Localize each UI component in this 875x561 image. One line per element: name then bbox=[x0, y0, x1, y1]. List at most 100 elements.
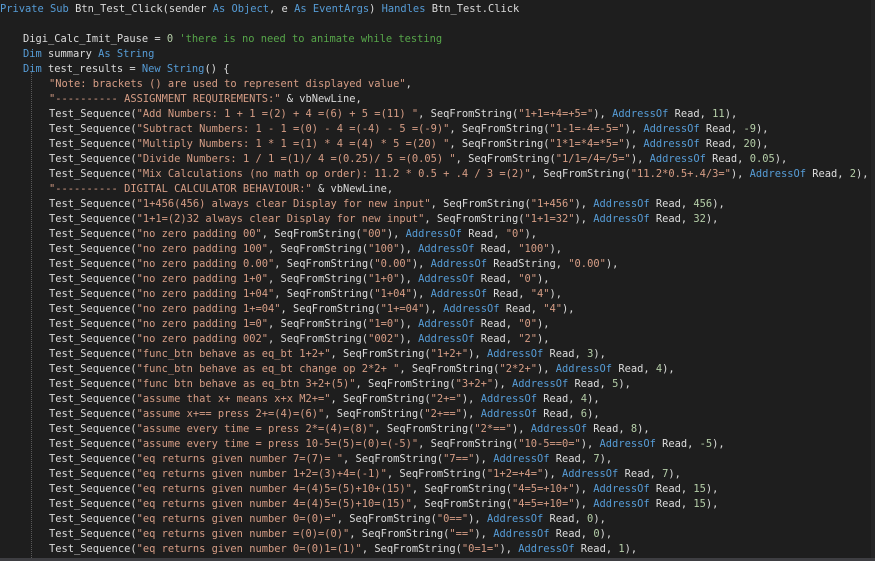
code-line: Test_Sequence("no zero padding 1=0", Seq… bbox=[49, 317, 550, 332]
code-token: , SeqFromString( bbox=[374, 423, 475, 435]
code-token: Test_Sequence( bbox=[49, 423, 137, 435]
code-token: "0" bbox=[505, 228, 525, 240]
code-token: ), bbox=[730, 168, 750, 180]
code-token: , SeqFromString( bbox=[349, 528, 450, 540]
code-token: , SeqFromString( bbox=[418, 438, 519, 450]
code-token: ), bbox=[856, 168, 869, 180]
code-token: , SeqFromString( bbox=[455, 153, 556, 165]
code-token: ), bbox=[574, 483, 594, 495]
code-token: "no zero padding 002" bbox=[136, 333, 268, 345]
code-token: "Divide Numbers: 1 / 1 =(1)/ 4 =(0.25)/ … bbox=[136, 153, 456, 165]
code-line: Test_Sequence("Divide Numbers: 1 / 1 =(1… bbox=[49, 152, 787, 167]
code-token: "1+2+" bbox=[430, 348, 469, 360]
code-line: Test_Sequence("no zero padding 1+0", Seq… bbox=[49, 272, 550, 287]
code-token: "1+1=(2)32 always clear Display for new … bbox=[136, 213, 425, 225]
code-token: ), bbox=[549, 243, 563, 255]
code-token: As String bbox=[98, 48, 155, 60]
code-token: Read, bbox=[543, 408, 581, 420]
code-token: ), bbox=[399, 318, 419, 330]
code-token: Test_Sequence( bbox=[49, 318, 137, 330]
code-token: Read, bbox=[662, 438, 700, 450]
code-token: 456 bbox=[693, 198, 713, 210]
code-token: ), bbox=[461, 408, 481, 420]
code-token: "eq returns given number =(0)=(0)" bbox=[136, 528, 350, 540]
code-line: Test_Sequence("Mix Calculations (no math… bbox=[49, 167, 869, 182]
code-token: "100" bbox=[518, 243, 550, 255]
code-token: AddressOf bbox=[486, 348, 550, 360]
code-editor[interactable]: Private Sub Btn_Test_Click(sender As Obj… bbox=[0, 0, 875, 561]
code-token: "002" bbox=[368, 333, 400, 345]
code-token: Test_Sequence( bbox=[49, 498, 137, 510]
code-token: ), bbox=[705, 213, 719, 225]
code-token: As EventArgs bbox=[294, 3, 370, 15]
code-token: "Multiply Numbers: 1 * 1 =(1) * 4 =(4) *… bbox=[136, 138, 450, 150]
code-token: AddressOf bbox=[480, 393, 544, 405]
code-token: , SeqFromString( bbox=[330, 393, 431, 405]
code-token: summary bbox=[48, 48, 99, 60]
code-line: Test_Sequence("no zero padding 1+04", Se… bbox=[49, 287, 562, 302]
code-token: "4=5=+10+" bbox=[511, 483, 575, 495]
code-token: Btn_Test.Click bbox=[431, 3, 520, 15]
code-token: Test_Sequence( bbox=[49, 333, 137, 345]
code-token: "00" bbox=[361, 228, 387, 240]
code-token: , SeqFromString( bbox=[267, 273, 369, 285]
code-token: , SeqFromString( bbox=[386, 468, 487, 480]
code-token: "0" bbox=[518, 318, 538, 330]
code-token: Read, bbox=[655, 498, 694, 510]
code-token: AddressOf bbox=[418, 273, 481, 285]
code-token: Read, bbox=[549, 348, 588, 360]
code-token: "assume x+== press 2+=(4)=(6)" bbox=[136, 408, 325, 420]
code-line: Test_Sequence("func_btn behave as eq_bt … bbox=[49, 347, 606, 362]
code-token: , SeqFromString( bbox=[430, 198, 531, 210]
code-line: Test_Sequence("func btn behave as eq_btn… bbox=[49, 377, 631, 392]
code-token: -9 bbox=[743, 123, 756, 135]
code-token: ), bbox=[574, 498, 594, 510]
code-line: Test_Sequence("eq returns given number 0… bbox=[49, 512, 606, 527]
code-token: ), bbox=[536, 363, 556, 375]
code-token: "2*==" bbox=[474, 423, 512, 435]
code-token: Test_Sequence( bbox=[49, 198, 137, 210]
code-token: "1=0" bbox=[368, 318, 400, 330]
code-token: Test_Sequence( bbox=[49, 303, 137, 315]
code-token: ), bbox=[624, 138, 644, 150]
code-token: ), bbox=[543, 468, 563, 480]
code-token: "assume every time = press 2*=(4)=(8)" bbox=[136, 423, 375, 435]
code-token: Test_Sequence( bbox=[49, 378, 137, 390]
code-token: 0.05 bbox=[749, 153, 775, 165]
code-token: "Add Numbers: 1 + 1 =(2) + 4 =(6) + 5 =(… bbox=[136, 108, 419, 120]
code-token: Read, bbox=[655, 198, 694, 210]
code-token: Dim bbox=[23, 48, 49, 60]
code-token: ), bbox=[474, 528, 494, 540]
code-token: Test_Sequence( bbox=[49, 453, 137, 465]
code-token: "1+04" bbox=[374, 288, 412, 300]
code-token: AddressOf bbox=[493, 453, 556, 465]
code-token: Test_Sequence( bbox=[49, 528, 137, 540]
code-token: Read, bbox=[549, 513, 588, 525]
code-line: Test_Sequence("Add Numbers: 1 + 1 =(2) +… bbox=[49, 107, 737, 122]
code-token: "1+456(456) always clear Display for new… bbox=[136, 198, 431, 210]
code-line: Test_Sequence("no zero padding 0.00", Se… bbox=[49, 257, 618, 272]
code-token: "2+==" bbox=[424, 408, 462, 420]
code-token: "3+2+" bbox=[455, 378, 494, 390]
code-token: Test_Sequence( bbox=[49, 228, 137, 240]
code-token: ), bbox=[755, 138, 769, 150]
code-token: , bbox=[405, 78, 412, 90]
code-token: "eq returns given number 4=(4)5=(5)+10=(… bbox=[136, 498, 412, 510]
code-token: Test_Sequence( bbox=[49, 408, 137, 420]
code-token: 11 bbox=[712, 108, 725, 120]
code-line: "Note: brackets () are used to represent… bbox=[49, 77, 412, 92]
code-token: Test_Sequence( bbox=[49, 168, 137, 180]
code-token: ), bbox=[399, 333, 419, 345]
code-token: AddressOf bbox=[511, 378, 575, 390]
code-token: Read, bbox=[812, 168, 850, 180]
code-token: Test_Sequence( bbox=[49, 393, 137, 405]
code-token: Dim bbox=[23, 63, 49, 75]
code-token: "no zero padding 00" bbox=[136, 228, 262, 240]
code-token: Read, bbox=[712, 153, 750, 165]
code-token: ), bbox=[468, 348, 487, 360]
code-token: Test_Sequence( bbox=[49, 288, 137, 300]
code-token: Read, bbox=[618, 363, 656, 375]
vertical-scrollbar[interactable] bbox=[871, 0, 875, 561]
code-token: , SeqFromString( bbox=[411, 483, 512, 495]
code-token: "0" bbox=[518, 273, 538, 285]
